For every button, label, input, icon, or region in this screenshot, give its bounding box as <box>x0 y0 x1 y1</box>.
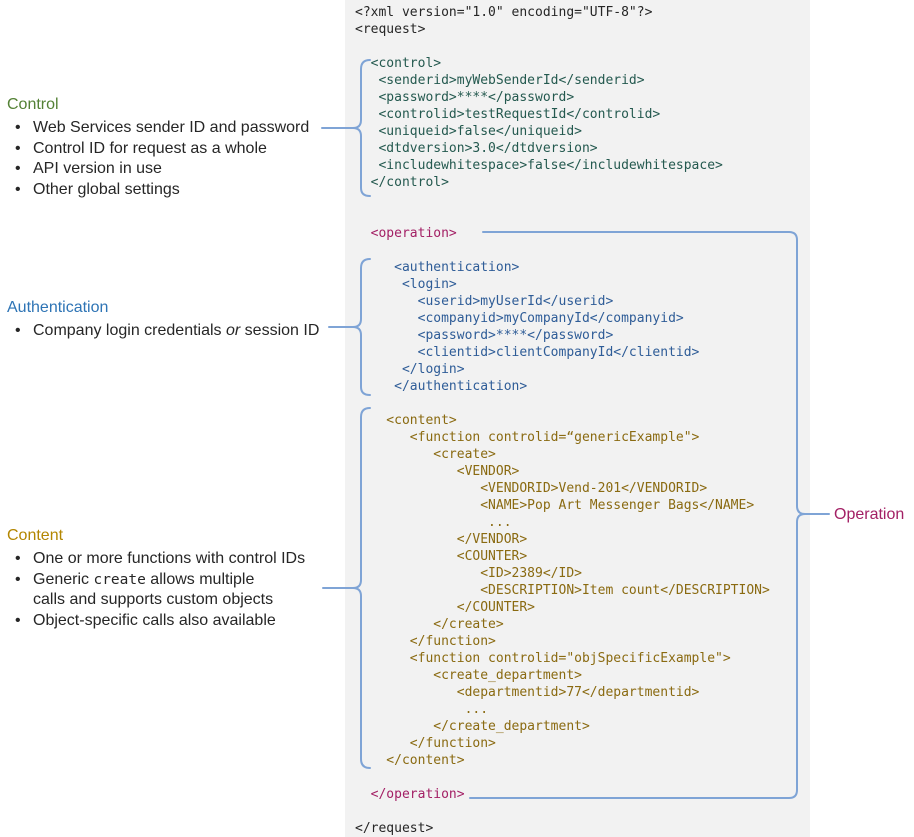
code-line: <operation> <box>355 225 770 242</box>
code-line: <NAME>Pop Art Messenger Bags</NAME> <box>355 497 770 514</box>
code-line <box>355 769 770 786</box>
bullet-item: Control ID for request as a whole <box>7 139 347 160</box>
code-line: <DESCRIPTION>Item count</DESCRIPTION> <box>355 582 770 599</box>
code-line: </COUNTER> <box>355 599 770 616</box>
code-line: </function> <box>355 735 770 752</box>
code-line: <uniqueid>false</uniqueid> <box>355 123 770 140</box>
bullet-item: Other global settings <box>7 180 347 201</box>
annotation-title: Authentication <box>7 298 357 317</box>
bullet-item: One or more functions with control IDs <box>7 549 347 570</box>
code-line: </authentication> <box>355 378 770 395</box>
code-line: </operation> <box>355 786 770 803</box>
code-line: <includewhitespace>false</includewhitesp… <box>355 157 770 174</box>
bullet-item: Web Services sender ID and password <box>7 118 347 139</box>
code-line: <request> <box>355 21 770 38</box>
code-line <box>355 395 770 412</box>
xml-code: <?xml version="1.0" encoding="UTF-8"?><r… <box>355 4 770 837</box>
code-line: <controlid>testRequestId</controlid> <box>355 106 770 123</box>
code-line: <control> <box>355 55 770 72</box>
code-line: </request> <box>355 820 770 837</box>
code-line <box>355 803 770 820</box>
code-line: <login> <box>355 276 770 293</box>
annotation-control: Control Web Services sender ID and passw… <box>7 95 347 200</box>
code-line <box>355 208 770 225</box>
code-line: <userid>myUserId</userid> <box>355 293 770 310</box>
code-line: <?xml version="1.0" encoding="UTF-8"?> <box>355 4 770 21</box>
annotation-title: Content <box>7 526 347 545</box>
annotation-authentication: Authentication Company login credentials… <box>7 298 357 342</box>
code-line: <dtdversion>3.0</dtdversion> <box>355 140 770 157</box>
code-line: <senderid>myWebSenderId</senderid> <box>355 72 770 89</box>
code-line: <COUNTER> <box>355 548 770 565</box>
code-line: </login> <box>355 361 770 378</box>
bullet-item: API version in use <box>7 159 347 180</box>
annotation-title: Control <box>7 95 347 114</box>
code-line: ... <box>355 701 770 718</box>
code-line: <function controlid=“genericExample"> <box>355 429 770 446</box>
code-line: <function controlid="objSpecificExample"… <box>355 650 770 667</box>
code-line: <password>****</password> <box>355 327 770 344</box>
code-line: <ID>2389</ID> <box>355 565 770 582</box>
code-line: ... <box>355 514 770 531</box>
code-line: <password>****</password> <box>355 89 770 106</box>
code-line: <authentication> <box>355 259 770 276</box>
bullet-item: Generic create allows multiplecalls and … <box>7 570 347 611</box>
slide: <?xml version="1.0" encoding="UTF-8"?><r… <box>0 0 914 837</box>
bullet-item: Company login credentials or session ID <box>7 321 357 342</box>
code-line <box>355 242 770 259</box>
code-line: </content> <box>355 752 770 769</box>
code-line: </create> <box>355 616 770 633</box>
code-line: <VENDORID>Vend-201</VENDORID> <box>355 480 770 497</box>
code-line <box>355 191 770 208</box>
operation-label: Operation <box>834 505 904 524</box>
code-line: <departmentid>77</departmentid> <box>355 684 770 701</box>
code-line: </create_department> <box>355 718 770 735</box>
code-line: <create> <box>355 446 770 463</box>
code-line: </control> <box>355 174 770 191</box>
annotation-bullets: One or more functions with control IDsGe… <box>7 549 347 631</box>
annotation-bullets: Web Services sender ID and passwordContr… <box>7 118 347 200</box>
annotation-content: Content One or more functions with contr… <box>7 526 347 631</box>
code-line: </VENDOR> <box>355 531 770 548</box>
code-line: </function> <box>355 633 770 650</box>
code-line: <create_department> <box>355 667 770 684</box>
code-line <box>355 38 770 55</box>
code-line: <VENDOR> <box>355 463 770 480</box>
bullet-item: Object-specific calls also available <box>7 611 347 632</box>
annotation-bullets: Company login credentials or session ID <box>7 321 357 342</box>
code-line: <companyid>myCompanyId</companyid> <box>355 310 770 327</box>
code-line: <clientid>clientCompanyId</clientid> <box>355 344 770 361</box>
code-line: <content> <box>355 412 770 429</box>
